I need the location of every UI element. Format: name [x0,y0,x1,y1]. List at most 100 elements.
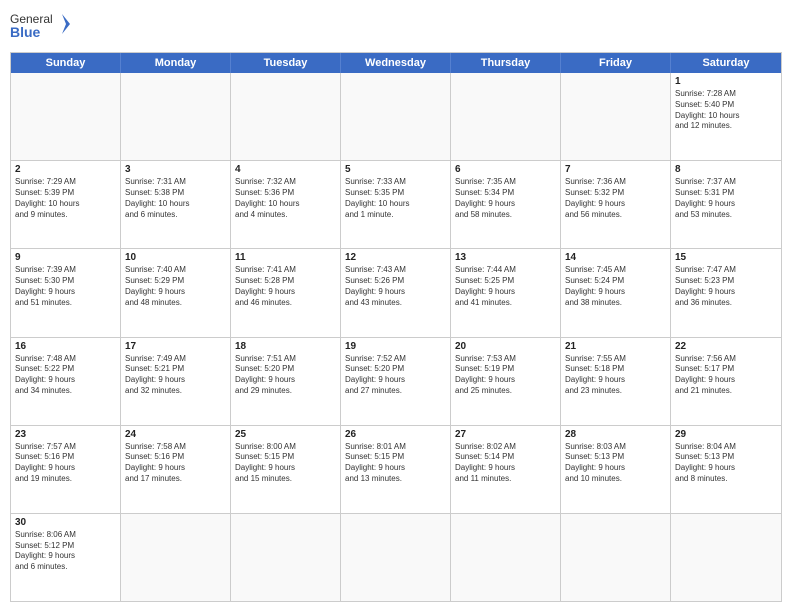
day-cell: 2 Sunrise: 7:29 AMSunset: 5:39 PMDaylight… [11,161,121,248]
day-number: 1 [675,76,777,87]
day-header-thursday: Thursday [451,53,561,73]
day-cell: 23 Sunrise: 7:57 AMSunset: 5:16 PMDayligh… [11,426,121,513]
day-cell: 5Sunrise: 7:33 AMSunset: 5:35 PMDaylight… [341,161,451,248]
day-number: 23 [15,429,116,440]
day-cell [121,73,231,160]
day-info: Sunrise: 8:00 AMSunset: 5:15 PMDaylight:… [235,442,336,485]
day-info: Sunrise: 7:52 AMSunset: 5:20 PMDaylight:… [345,354,446,397]
day-cell [341,73,451,160]
day-info: Sunrise: 7:53 AMSunset: 5:19 PMDaylight:… [455,354,556,397]
day-cell: 9 Sunrise: 7:39 AMSunset: 5:30 PMDaylight… [11,249,121,336]
day-cell [231,73,341,160]
day-number: 7 [565,164,666,175]
day-header-wednesday: Wednesday [341,53,451,73]
day-cell: 26 Sunrise: 8:01 AMSunset: 5:15 PMDayligh… [341,426,451,513]
day-cell [341,514,451,601]
day-cell: 7 Sunrise: 7:36 AMSunset: 5:32 PMDaylight… [561,161,671,248]
day-cell [231,514,341,601]
day-number: 22 [675,341,777,352]
day-header-tuesday: Tuesday [231,53,341,73]
day-cell: 27 Sunrise: 8:02 AMSunset: 5:14 PMDayligh… [451,426,561,513]
day-cell [121,514,231,601]
day-number: 17 [125,341,226,352]
calendar-body: 1 Sunrise: 7:28 AMSunset: 5:40 PMDaylight… [11,73,781,601]
day-cell [561,514,671,601]
day-number: 6 [455,164,556,175]
day-info: Sunrise: 7:36 AMSunset: 5:32 PMDaylight:… [565,177,666,220]
day-number: 19 [345,341,446,352]
day-number: 11 [235,252,336,263]
day-info: Sunrise: 7:51 AMSunset: 5:20 PMDaylight:… [235,354,336,397]
calendar-page: General Blue SundayMondayTuesdayWednesda… [0,0,792,612]
day-cell: 24Sunrise: 7:58 AMSunset: 5:16 PMDayligh… [121,426,231,513]
day-cell: 17 Sunrise: 7:49 AMSunset: 5:21 PMDayligh… [121,338,231,425]
day-cell: 6 Sunrise: 7:35 AMSunset: 5:34 PMDaylight… [451,161,561,248]
day-number: 27 [455,429,556,440]
day-cell: 22 Sunrise: 7:56 AMSunset: 5:17 PMDayligh… [671,338,781,425]
day-number: 30 [15,517,116,528]
week-row-4: 16 Sunrise: 7:48 AMSunset: 5:22 PMDayligh… [11,338,781,426]
calendar: SundayMondayTuesdayWednesdayThursdayFrid… [10,52,782,602]
day-header-friday: Friday [561,53,671,73]
day-info: Sunrise: 8:03 AMSunset: 5:13 PMDaylight:… [565,442,666,485]
day-number: 16 [15,341,116,352]
day-cell: 20 Sunrise: 7:53 AMSunset: 5:19 PMDayligh… [451,338,561,425]
day-info: Sunrise: 7:29 AMSunset: 5:39 PMDaylight:… [15,177,116,220]
week-row-2: 2 Sunrise: 7:29 AMSunset: 5:39 PMDaylight… [11,161,781,249]
day-info: Sunrise: 7:32 AMSunset: 5:36 PMDaylight:… [235,177,336,220]
day-info: Sunrise: 7:35 AMSunset: 5:34 PMDaylight:… [455,177,556,220]
day-cell: 11 Sunrise: 7:41 AMSunset: 5:28 PMDayligh… [231,249,341,336]
day-number: 26 [345,429,446,440]
day-info: Sunrise: 7:57 AMSunset: 5:16 PMDaylight:… [15,442,116,485]
day-info: Sunrise: 7:31 AMSunset: 5:38 PMDaylight:… [125,177,226,220]
day-number: 21 [565,341,666,352]
day-number: 15 [675,252,777,263]
day-cell: 29 Sunrise: 8:04 AMSunset: 5:13 PMDayligh… [671,426,781,513]
day-cell: 30Sunrise: 8:06 AMSunset: 5:12 PMDayligh… [11,514,121,601]
svg-text:Blue: Blue [10,24,41,40]
day-info: Sunrise: 7:39 AMSunset: 5:30 PMDaylight:… [15,265,116,308]
generalblue-logo-icon: General Blue [10,10,70,46]
day-info: Sunrise: 7:48 AMSunset: 5:22 PMDaylight:… [15,354,116,397]
day-number: 2 [15,164,116,175]
day-number: 28 [565,429,666,440]
day-cell: 21 Sunrise: 7:55 AMSunset: 5:18 PMDayligh… [561,338,671,425]
day-cell: 4Sunrise: 7:32 AMSunset: 5:36 PMDaylight… [231,161,341,248]
week-row-1: 1 Sunrise: 7:28 AMSunset: 5:40 PMDaylight… [11,73,781,161]
day-info: Sunrise: 7:37 AMSunset: 5:31 PMDaylight:… [675,177,777,220]
day-info: Sunrise: 7:45 AMSunset: 5:24 PMDaylight:… [565,265,666,308]
day-header-saturday: Saturday [671,53,781,73]
day-number: 3 [125,164,226,175]
day-info: Sunrise: 7:56 AMSunset: 5:17 PMDaylight:… [675,354,777,397]
day-info: Sunrise: 8:01 AMSunset: 5:15 PMDaylight:… [345,442,446,485]
day-cell: 16 Sunrise: 7:48 AMSunset: 5:22 PMDayligh… [11,338,121,425]
day-cell: 3 Sunrise: 7:31 AMSunset: 5:38 PMDaylight… [121,161,231,248]
day-info: Sunrise: 7:28 AMSunset: 5:40 PMDaylight:… [675,89,777,132]
day-number: 29 [675,429,777,440]
week-row-6: 30Sunrise: 8:06 AMSunset: 5:12 PMDayligh… [11,514,781,601]
day-cell: 10Sunrise: 7:40 AMSunset: 5:29 PMDayligh… [121,249,231,336]
day-number: 5 [345,164,446,175]
week-row-3: 9 Sunrise: 7:39 AMSunset: 5:30 PMDaylight… [11,249,781,337]
logo: General Blue [10,10,70,46]
day-cell: 13Sunrise: 7:44 AMSunset: 5:25 PMDayligh… [451,249,561,336]
day-cell: 8Sunrise: 7:37 AMSunset: 5:31 PMDaylight… [671,161,781,248]
day-info: Sunrise: 7:55 AMSunset: 5:18 PMDaylight:… [565,354,666,397]
day-cell: 28 Sunrise: 8:03 AMSunset: 5:13 PMDayligh… [561,426,671,513]
day-number: 20 [455,341,556,352]
day-number: 18 [235,341,336,352]
day-number: 9 [15,252,116,263]
day-info: Sunrise: 7:47 AMSunset: 5:23 PMDaylight:… [675,265,777,308]
day-cell: 19 Sunrise: 7:52 AMSunset: 5:20 PMDayligh… [341,338,451,425]
day-headers: SundayMondayTuesdayWednesdayThursdayFrid… [11,53,781,73]
day-info: Sunrise: 7:41 AMSunset: 5:28 PMDaylight:… [235,265,336,308]
day-info: Sunrise: 7:44 AMSunset: 5:25 PMDaylight:… [455,265,556,308]
day-info: Sunrise: 8:04 AMSunset: 5:13 PMDaylight:… [675,442,777,485]
week-row-5: 23 Sunrise: 7:57 AMSunset: 5:16 PMDayligh… [11,426,781,514]
day-cell: 14Sunrise: 7:45 AMSunset: 5:24 PMDayligh… [561,249,671,336]
day-info: Sunrise: 7:49 AMSunset: 5:21 PMDaylight:… [125,354,226,397]
day-info: Sunrise: 7:43 AMSunset: 5:26 PMDaylight:… [345,265,446,308]
day-header-monday: Monday [121,53,231,73]
day-info: Sunrise: 8:02 AMSunset: 5:14 PMDaylight:… [455,442,556,485]
day-number: 10 [125,252,226,263]
